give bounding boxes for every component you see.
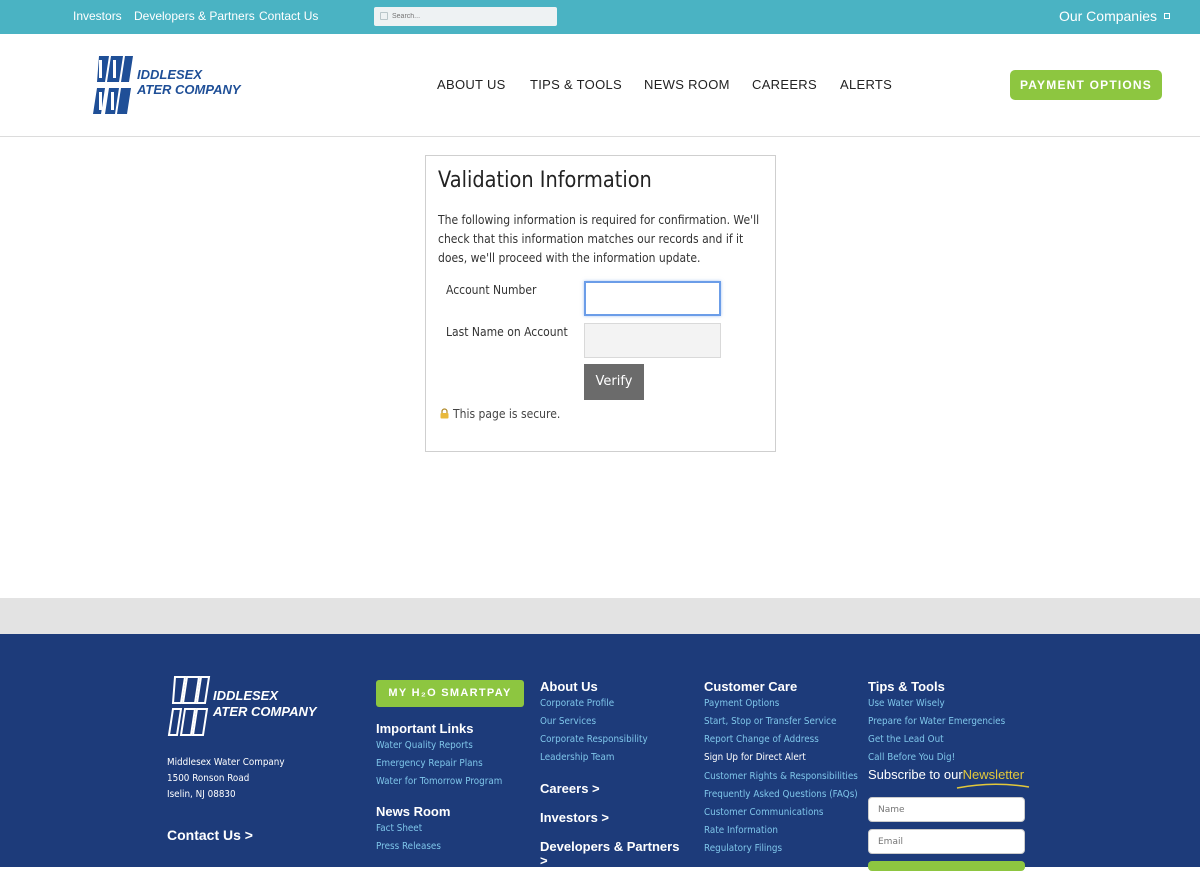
footer-address-line2: 1500 Ronson Road [167,773,250,784]
newsletter-prefix: Subscribe to our [868,767,963,782]
panel-description: The following information is required fo… [438,213,760,265]
newsletter-underline-swoosh [956,783,1030,789]
footer-link-lead-out[interactable]: Get the Lead Out [868,734,944,745]
footer-link-our-services[interactable]: Our Services [540,716,596,727]
footer-link-press-releases[interactable]: Press Releases [376,841,441,852]
footer-address-line3: Iselin, NJ 08830 [167,789,236,800]
footer-address-line1: Middlesex Water Company [167,757,285,768]
panel-title: Validation Information [438,168,652,193]
search-input[interactable] [392,9,552,24]
footer-link-corporate-profile[interactable]: Corporate Profile [540,698,614,709]
footer-link-water-tomorrow[interactable]: Water for Tomorrow Program [376,776,502,787]
footer-logo-line2: ATER COMPANY [213,704,317,719]
footer-link-payment-options[interactable]: Payment Options [704,698,779,709]
footer-link-leadership-team[interactable]: Leadership Team [540,752,614,763]
newsletter-name-input[interactable] [868,797,1025,822]
middlesex-logo-icon[interactable] [91,52,135,118]
newsletter-submit-button[interactable] [868,861,1025,871]
our-companies-link[interactable]: Our Companies [1059,8,1157,24]
secure-notice: This page is secure. [453,407,561,421]
footer-link-corporate-responsibility[interactable]: Corporate Responsibility [540,734,648,745]
verify-button[interactable]: Verify [584,364,644,400]
companies-dropdown-icon[interactable] [1164,13,1170,19]
footer-logo-icon[interactable] [167,672,211,740]
footer-investors-link[interactable]: Investors > [540,810,609,825]
toplink-contact-us[interactable]: Contact Us [259,9,318,23]
footer-divider-band [0,598,1200,634]
footer-link-use-water-wisely[interactable]: Use Water Wisely [868,698,945,709]
payment-options-button[interactable]: PAYMENT OPTIONS [1010,70,1162,100]
footer-link-regulatory-filings[interactable]: Regulatory Filings [704,843,782,854]
footer-link-fact-sheet[interactable]: Fact Sheet [376,823,422,834]
footer-link-start-stop-transfer[interactable]: Start, Stop or Transfer Service [704,716,836,727]
footer-link-rate-information[interactable]: Rate Information [704,825,778,836]
newsletter-heading: Subscribe to ourNewsletter [868,767,1024,782]
footer-link-direct-alert[interactable]: Sign Up for Direct Alert [704,752,806,763]
footer-developers-partners-link[interactable]: Developers & Partners [540,839,679,854]
logo-text-line1: IDDLESEX [137,67,203,82]
newsletter-highlight: Newsletter [962,767,1025,782]
important-links-heading: Important Links [376,721,474,736]
last-name-label: Last Name on Account [446,325,568,339]
account-number-input[interactable] [584,281,721,316]
footer-developers-arrow[interactable]: > [540,853,548,868]
footer-link-customer-communications[interactable]: Customer Communications [704,807,823,818]
footer-logo-line1: IDDLESEX [213,688,279,703]
my-h2o-smartpay-button[interactable]: MY H₂O SMARTPAY [376,680,524,707]
tips-tools-heading[interactable]: Tips & Tools [868,679,945,694]
footer-link-call-before-dig[interactable]: Call Before You Dig! [868,752,955,763]
customer-care-heading[interactable]: Customer Care [704,679,797,694]
toplink-investors[interactable]: Investors [73,9,122,23]
lock-icon [440,408,449,419]
footer-link-customer-rights[interactable]: Customer Rights & Responsibilities [704,771,858,782]
nav-tips-tools[interactable]: TIPS & TOOLS [530,77,622,92]
footer-link-water-quality[interactable]: Water Quality Reports [376,740,473,751]
nav-alerts[interactable]: ALERTS [840,77,892,92]
newsletter-email-input[interactable] [868,829,1025,854]
account-number-label: Account Number [446,283,537,297]
last-name-input[interactable] [584,323,721,358]
footer-link-emergency-repair[interactable]: Emergency Repair Plans [376,758,483,769]
footer-careers-link[interactable]: Careers > [540,781,600,796]
search-box [374,7,557,26]
about-us-heading[interactable]: About Us [540,679,598,694]
footer-link-water-emergencies[interactable]: Prepare for Water Emergencies [868,716,1005,727]
nav-about-us[interactable]: ABOUT US [437,77,506,92]
nav-careers[interactable]: CAREERS [752,77,817,92]
footer-link-change-address[interactable]: Report Change of Address [704,734,819,745]
toplink-developers-partners[interactable]: Developers & Partners [134,9,255,23]
footer-contact-us-link[interactable]: Contact Us > [167,827,253,843]
nav-news-room[interactable]: NEWS ROOM [644,77,730,92]
footer-link-faqs[interactable]: Frequently Asked Questions (FAQs) [704,789,858,800]
news-room-heading[interactable]: News Room [376,804,450,819]
search-icon [380,12,388,20]
logo-text-line2: ATER COMPANY [137,82,241,97]
